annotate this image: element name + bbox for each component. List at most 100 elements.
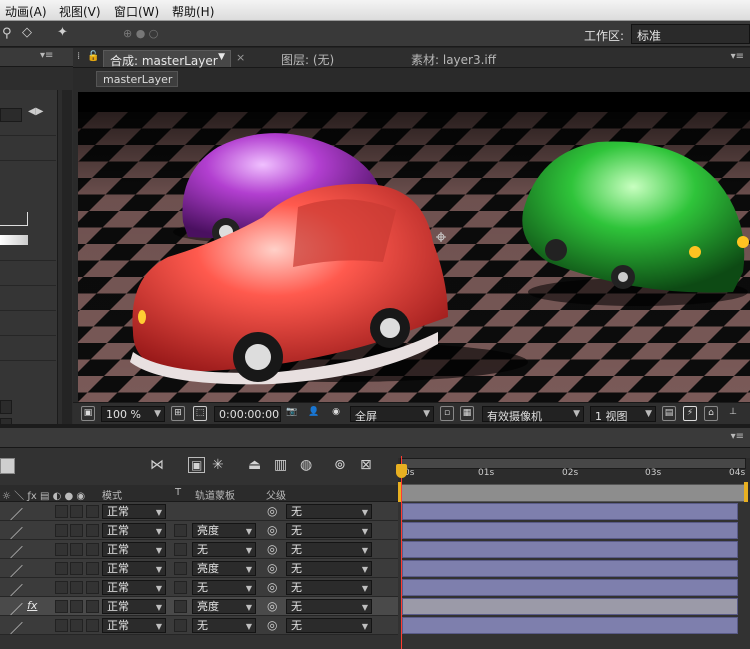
effect-fx-switch[interactable]: fx (27, 599, 37, 612)
parent-select[interactable]: 无 ▼ (286, 561, 372, 576)
preserve-transparency-box[interactable] (174, 619, 187, 632)
trackmatte-select[interactable]: 无 ▼ (192, 618, 256, 633)
blend-mode-select[interactable]: 正常 ▼ (102, 580, 166, 595)
mini-flowchart-icon[interactable]: ⋈ (150, 457, 164, 473)
trackmatte-select[interactable]: 亮度 ▼ (192, 561, 256, 576)
layer-row[interactable]: ／正常 ▼ 无 ▼ ◎ 无 ▼ (0, 540, 398, 561)
prev-next-arrows-icon[interactable]: ◀▶ (28, 106, 43, 117)
parent-select[interactable]: 无 ▼ (286, 580, 372, 595)
preserve-transparency-box[interactable] (174, 524, 187, 537)
fast-preview-icon[interactable]: ⚡ (683, 406, 697, 421)
blend-mode-select[interactable]: 正常 ▼ (102, 542, 166, 557)
view-layout-select[interactable]: 1 视图 ▼ (590, 406, 656, 423)
preserve-transparency-box[interactable] (174, 562, 187, 575)
switch-box[interactable] (86, 524, 99, 537)
channel-rgb-icon[interactable]: ◉ (329, 406, 343, 421)
pick-whip-icon[interactable]: ◎ (267, 618, 277, 632)
time-ruler[interactable]: 0s 01s 02s 03s 04s (398, 458, 750, 502)
layer-row[interactable]: ／正常 ▼ 亮度 ▼ ◎ 无 ▼ (0, 521, 398, 542)
column-trackmatte[interactable]: 轨道蒙板 (195, 487, 235, 502)
switch-box[interactable] (70, 524, 83, 537)
panel-menu-icon[interactable]: ▾≡ (731, 51, 744, 62)
switch-box[interactable] (86, 600, 99, 613)
switch-box[interactable] (70, 562, 83, 575)
switch-box[interactable] (55, 600, 68, 613)
layer-duration-bar[interactable] (402, 598, 738, 615)
tab-composition[interactable]: 合成: masterLayer ▼ (103, 50, 231, 68)
safe-zones-icon[interactable]: ⊞ (171, 406, 185, 421)
layer-duration-bar[interactable] (402, 541, 738, 558)
composition-breadcrumb[interactable]: masterLayer (96, 71, 178, 87)
panel-menu-icon[interactable]: ▾≡ (40, 50, 53, 61)
current-time-indicator[interactable] (401, 456, 402, 649)
mask-toggle-icon[interactable]: ⬚ (193, 406, 207, 421)
parent-select[interactable]: 无 ▼ (286, 618, 372, 633)
layer-duration-bar[interactable] (402, 503, 738, 520)
trackmatte-select[interactable]: 无 ▼ (192, 542, 256, 557)
panel-menu-icon[interactable]: ▾≡ (731, 431, 744, 442)
region-of-interest-icon[interactable]: ▫ (440, 406, 454, 421)
switch-box[interactable] (86, 505, 99, 518)
pixel-aspect-icon[interactable]: ▤ (662, 406, 676, 421)
switch-box[interactable] (86, 581, 99, 594)
blend-mode-select[interactable]: 正常 ▼ (102, 504, 166, 519)
tab-dropdown-icon[interactable]: ▼ (218, 52, 225, 62)
switch-box[interactable] (70, 619, 83, 632)
switch-box[interactable] (70, 600, 83, 613)
layer-row[interactable]: ／正常 ▼ 亮度 ▼ ◎ 无 ▼ (0, 559, 398, 580)
viewer-grip-icon[interactable]: ⁞ (77, 51, 80, 62)
menu-window[interactable]: 窗口(W) (114, 3, 159, 20)
always-preview-icon[interactable]: ▣ (81, 406, 95, 421)
tab-footage[interactable]: 素材: layer3.iff (411, 51, 496, 68)
blend-mode-select[interactable]: 正常 ▼ (102, 523, 166, 538)
resolution-select[interactable]: 全屏 ▼ (350, 406, 434, 423)
show-snapshot-icon[interactable]: 👤 (307, 406, 321, 421)
left-panel-select-2[interactable] (0, 400, 12, 414)
blend-mode-select[interactable]: 正常 ▼ (102, 618, 166, 633)
left-panel-scrollbar[interactable] (62, 90, 72, 424)
layer-duration-bar[interactable] (402, 560, 738, 577)
switch-box[interactable] (55, 581, 68, 594)
trackmatte-select[interactable]: 亮度 ▼ (192, 599, 256, 614)
pick-whip-icon[interactable]: ◎ (267, 561, 277, 575)
switch-box[interactable] (55, 562, 68, 575)
eraser-tool-icon[interactable]: ◇ (22, 26, 32, 40)
switch-box[interactable] (86, 543, 99, 556)
blend-mode-select[interactable]: 正常 ▼ (102, 561, 166, 576)
puppet-pin-tool-icon[interactable]: ⚲ (2, 27, 12, 41)
current-time-indicator-head[interactable] (396, 464, 407, 478)
zoom-select[interactable]: 100 % ▼ (101, 406, 165, 422)
pick-whip-icon[interactable]: ◎ (267, 523, 277, 537)
switch-box[interactable] (70, 543, 83, 556)
work-area-bar[interactable] (400, 484, 746, 502)
layer-row[interactable]: ／正常 ▼ 无 ▼ ◎ 无 ▼ (0, 616, 398, 637)
workspace-select[interactable]: 标准 (631, 24, 750, 44)
menu-view[interactable]: 视图(V) (59, 3, 101, 20)
pick-whip-icon[interactable]: ◎ (267, 504, 277, 518)
layer-row[interactable]: ／ fx 正常 ▼ 亮度 ▼ ◎ 无 ▼ (0, 597, 398, 618)
column-track-t[interactable]: T (175, 487, 181, 498)
gradient-slider[interactable] (0, 235, 28, 245)
pick-whip-icon[interactable]: ◎ (267, 542, 277, 556)
menu-animation[interactable]: 动画(A) (5, 3, 47, 20)
tab-layer[interactable]: 图层: (无) (281, 51, 334, 68)
layer-search-input[interactable] (0, 458, 15, 474)
switch-box[interactable] (55, 543, 68, 556)
preserve-transparency-box[interactable] (174, 543, 187, 556)
pick-whip-icon[interactable]: ◎ (267, 599, 277, 613)
trackmatte-select[interactable]: 亮度 ▼ (192, 523, 256, 538)
switch-box[interactable] (55, 619, 68, 632)
column-mode[interactable]: 模式 (102, 487, 122, 502)
trackmatte-select[interactable]: 无 ▼ (192, 580, 256, 595)
close-tab-icon[interactable]: × (236, 51, 245, 64)
column-parent[interactable]: 父级 (266, 487, 286, 502)
shy-layers-icon[interactable]: ⏏ (248, 457, 261, 473)
motion-blur-icon[interactable]: ◍ (300, 457, 312, 473)
frame-blending-icon[interactable]: ▥ (274, 457, 287, 473)
live-update-icon[interactable]: ▣ (188, 457, 206, 473)
flowchart-icon[interactable]: ⊥ (726, 406, 740, 421)
switch-box[interactable] (55, 524, 68, 537)
camera-view-select[interactable]: 有效摄像机 ▼ (482, 406, 584, 423)
work-area-end-handle[interactable] (744, 482, 748, 502)
layer-row[interactable]: ／正常 ▼ ◎ 无 ▼ (0, 502, 398, 523)
